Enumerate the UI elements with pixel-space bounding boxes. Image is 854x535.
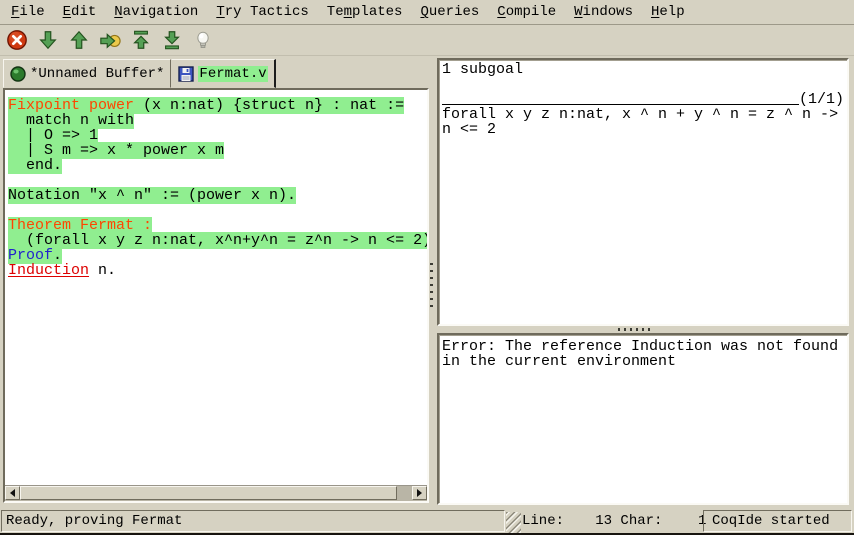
- menu-compile[interactable]: Compile: [488, 2, 565, 22]
- stop-icon: [6, 29, 28, 51]
- tab-unnamed-buffer[interactable]: *Unnamed Buffer*: [3, 59, 171, 88]
- arrow-down-bar-icon: [161, 29, 183, 51]
- error-message: Error: The reference Induction was not f…: [442, 339, 844, 369]
- messages-pane[interactable]: Error: The reference Induction was not f…: [437, 333, 849, 505]
- app-status: CoqIde started: [703, 510, 852, 532]
- menu-edit[interactable]: Edit: [54, 2, 106, 22]
- code-line[interactable]: Theorem Fermat :: [8, 218, 427, 233]
- step-forward-button[interactable]: [36, 28, 60, 52]
- char-label: Char:: [620, 510, 662, 532]
- code-line[interactable]: (forall x y z n:nat, x^n+y^n = z^n -> n …: [8, 233, 427, 248]
- goal-separator: (1/1): [442, 92, 844, 107]
- menu-file[interactable]: File: [2, 2, 54, 22]
- code-line[interactable]: Notation "x ^ n" := (power x n).: [8, 188, 427, 203]
- code-line[interactable]: | O => 1: [8, 128, 427, 143]
- status-lamp-button[interactable]: [191, 28, 215, 52]
- menu-queries[interactable]: Queries: [411, 2, 488, 22]
- menu-navigation[interactable]: Navigation: [105, 2, 207, 22]
- menu-help[interactable]: Help: [642, 2, 694, 22]
- goal-statement: forall x y z n:nat, x ^ n + y ^ n = z ^ …: [442, 107, 844, 137]
- triangle-right-icon: [417, 489, 426, 497]
- horizontal-splitter-handle[interactable]: [618, 328, 654, 331]
- menu-templates[interactable]: Templates: [318, 2, 412, 22]
- arrow-down-icon: [37, 29, 59, 51]
- code-line[interactable]: Proof.: [8, 248, 427, 263]
- code-line[interactable]: Fixpoint power (x n:nat) {struct n} : na…: [8, 98, 427, 113]
- code-line[interactable]: [8, 173, 427, 188]
- arrow-up-icon: [68, 29, 90, 51]
- goto-start-button[interactable]: [129, 28, 153, 52]
- tab-label: Fermat.v: [198, 66, 267, 82]
- line-number: 13: [564, 510, 612, 532]
- lamp-icon: [10, 66, 26, 82]
- step-backward-button[interactable]: [67, 28, 91, 52]
- goal-index: (1/1): [799, 92, 844, 107]
- toolbar: [0, 25, 854, 56]
- save-icon: [178, 66, 194, 82]
- scroll-right-button[interactable]: [412, 486, 427, 500]
- script-editor-pane: Fixpoint power (x n:nat) {struct n} : na…: [3, 88, 429, 503]
- arrow-into-ball-icon: [98, 29, 122, 51]
- menu-windows[interactable]: Windows: [565, 2, 642, 22]
- goals-pane[interactable]: 1 subgoal (1/1) forall x y z n:nat, x ^ …: [437, 58, 849, 326]
- tab-bar: *Unnamed Buffer* Fermat.v: [3, 59, 276, 88]
- scroll-left-button[interactable]: [5, 486, 20, 500]
- arrow-up-bar-icon: [130, 29, 152, 51]
- scrollbar-thumb[interactable]: [20, 486, 397, 500]
- tab-label: *Unnamed Buffer*: [30, 66, 164, 82]
- code-line[interactable]: Induction n.: [8, 263, 427, 278]
- goto-cursor-button[interactable]: [98, 28, 122, 52]
- code-line[interactable]: [8, 203, 427, 218]
- menu-try-tactics[interactable]: Try Tactics: [207, 2, 317, 22]
- vertical-splitter-handle[interactable]: [430, 263, 433, 309]
- lightbulb-icon: [193, 29, 213, 51]
- subgoal-count: 1 subgoal: [442, 62, 844, 77]
- triangle-left-icon: [6, 489, 15, 497]
- code-line[interactable]: | S m => x * power x m: [8, 143, 427, 158]
- tab-fermat-v[interactable]: Fermat.v: [171, 59, 275, 88]
- code-line[interactable]: match n with: [8, 113, 427, 128]
- horizontal-scrollbar: [5, 485, 427, 501]
- status-bar: Ready, proving Fermat Line: 13 Char: 1 C…: [0, 508, 854, 533]
- status-message: Ready, proving Fermat: [1, 510, 505, 532]
- cursor-position: Line: 13 Char: 1: [522, 510, 708, 532]
- goto-end-button[interactable]: [160, 28, 184, 52]
- stop-button[interactable]: [5, 28, 29, 52]
- char-number: 1: [662, 510, 706, 532]
- code-line[interactable]: end.: [8, 158, 427, 173]
- separator-line: [442, 104, 799, 105]
- resize-grip[interactable]: [506, 512, 521, 533]
- editor-content[interactable]: Fixpoint power (x n:nat) {struct n} : na…: [5, 90, 427, 486]
- line-label: Line:: [522, 510, 564, 532]
- coqide-window: { "colors": { "chrome_bg": "#d6d2c2", "p…: [0, 0, 854, 535]
- menu-bar: FileEditNavigationTry TacticsTemplatesQu…: [0, 0, 854, 25]
